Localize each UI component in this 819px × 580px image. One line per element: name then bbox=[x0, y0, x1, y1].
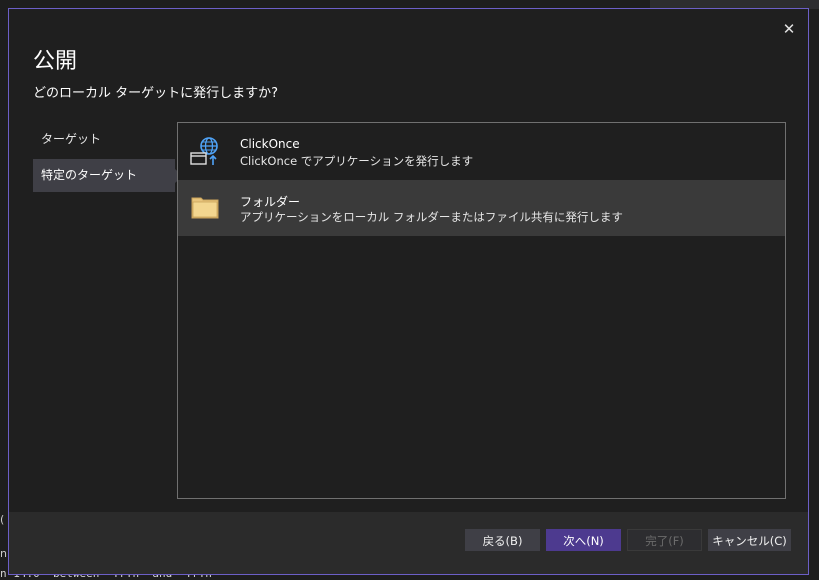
option-name: フォルダー bbox=[240, 195, 301, 209]
dialog-title: 公開 bbox=[33, 49, 78, 74]
folder-icon bbox=[191, 197, 219, 219]
target-option-list: ClickOnce ClickOnce でアプリケーションを発行します フォルダ… bbox=[177, 122, 786, 499]
next-button[interactable]: 次へ(N) bbox=[546, 529, 621, 551]
step-target[interactable]: ターゲット bbox=[33, 123, 175, 156]
step-specific-target[interactable]: 特定のターゲット bbox=[33, 159, 183, 192]
cancel-button[interactable]: キャンセル(C) bbox=[708, 529, 791, 551]
close-button[interactable]: ✕ bbox=[780, 20, 798, 38]
option-name: ClickOnce bbox=[240, 137, 300, 151]
ide-text-fragment: ( bbox=[0, 513, 5, 526]
back-button[interactable]: 戻る(B) bbox=[465, 529, 540, 551]
wizard-steps: ターゲット 特定のターゲット bbox=[33, 123, 183, 195]
publish-dialog: ✕ 公開 どのローカル ターゲットに発行しますか? ターゲット 特定のターゲット… bbox=[8, 8, 809, 575]
option-clickonce[interactable]: ClickOnce ClickOnce でアプリケーションを発行します bbox=[178, 124, 785, 180]
step-label: ターゲット bbox=[41, 132, 102, 146]
finish-button: 完了(F) bbox=[627, 529, 702, 551]
ide-text-fragment: n bbox=[0, 547, 7, 560]
dialog-subtitle: どのローカル ターゲットに発行しますか? bbox=[33, 86, 279, 101]
step-label: 特定のターゲット bbox=[41, 168, 138, 182]
option-folder[interactable]: フォルダー アプリケーションをローカル フォルダーまたはファイル共有に発行します bbox=[178, 180, 785, 236]
clickonce-icon bbox=[190, 137, 218, 165]
option-description: ClickOnce でアプリケーションを発行します bbox=[240, 154, 474, 168]
option-description: アプリケーションをローカル フォルダーまたはファイル共有に発行します bbox=[240, 210, 623, 224]
dialog-footer: 戻る(B) 次へ(N) 完了(F) キャンセル(C) bbox=[9, 512, 808, 574]
